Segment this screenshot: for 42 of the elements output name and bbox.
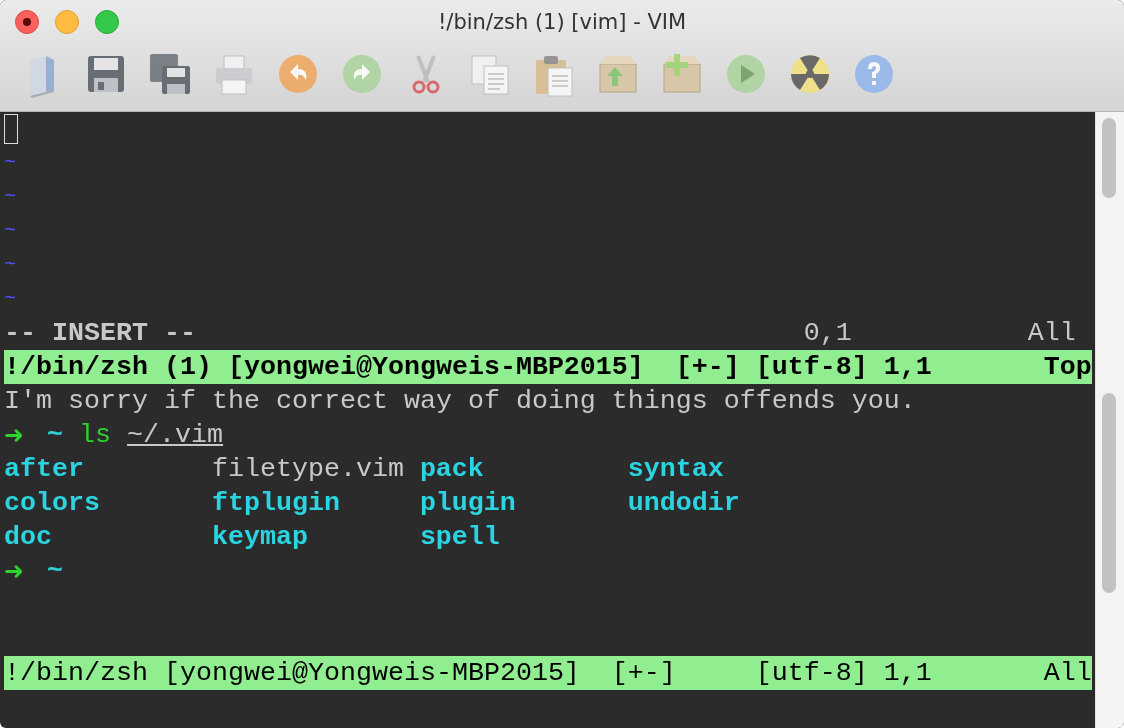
command-text: ls <box>79 419 112 452</box>
scrollbar-thumb[interactable] <box>1102 393 1117 593</box>
empty-line-marker: ~ <box>4 252 16 278</box>
directory-name: after <box>4 453 85 486</box>
window-title: !/bin/zsh (1) [vim] - VIM <box>437 10 687 34</box>
directory-name: syntax <box>627 453 725 486</box>
mode-indicator: -- INSERT -- <box>4 317 197 350</box>
directory-name: spell <box>419 521 501 554</box>
scroll-position: Top <box>1043 351 1092 384</box>
encoding-position: [utf-8] 1,1 <box>755 351 933 384</box>
terminal-output: I'm sorry if the correct way of doing things offends you. <box>4 385 916 418</box>
scrollbar-thumb[interactable] <box>1102 118 1117 198</box>
encoding-position: [utf-8] 1,1 <box>755 657 933 690</box>
modified-label: [+-] <box>675 351 741 384</box>
buffer-name: !/bin/zsh (1) [yongwei@Yongweis-MBP2015] <box>4 351 645 384</box>
prompt-directory: ~ <box>47 555 64 588</box>
directory-name: undodir <box>627 487 741 520</box>
directory-name: plugin <box>419 487 517 520</box>
prompt-arrow: ➜ <box>4 420 25 451</box>
copy-icon[interactable] <box>468 52 512 98</box>
text-cursor <box>4 114 18 144</box>
directory-name: keymap <box>211 521 309 554</box>
file-name: filetype.vim <box>211 453 405 486</box>
prompt-arrow: ➜ <box>4 556 25 587</box>
buffer-name: !/bin/zsh [yongwei@Yongweis-MBP2015] <box>4 657 581 690</box>
directory-name: pack <box>419 453 485 486</box>
modified-label: [+-] <box>611 657 677 690</box>
directory-name: colors <box>4 487 101 520</box>
empty-line-marker: ~ <box>4 184 16 210</box>
zoom-button[interactable] <box>95 10 119 34</box>
empty-line-marker: ~ <box>4 150 16 176</box>
directory-name: ftplugin <box>211 487 341 520</box>
cursor-position: 0,1 <box>803 317 853 350</box>
prompt-directory: ~ <box>47 419 64 452</box>
empty-line-marker: ~ <box>4 286 16 312</box>
empty-line-marker: ~ <box>4 218 16 244</box>
close-button[interactable] <box>15 10 39 34</box>
scroll-position: All <box>1027 317 1076 350</box>
command-argument: ~/.vim <box>127 419 224 452</box>
scroll-position: All <box>1043 657 1092 690</box>
directory-name: doc <box>4 521 53 554</box>
minimize-button[interactable] <box>55 10 79 34</box>
